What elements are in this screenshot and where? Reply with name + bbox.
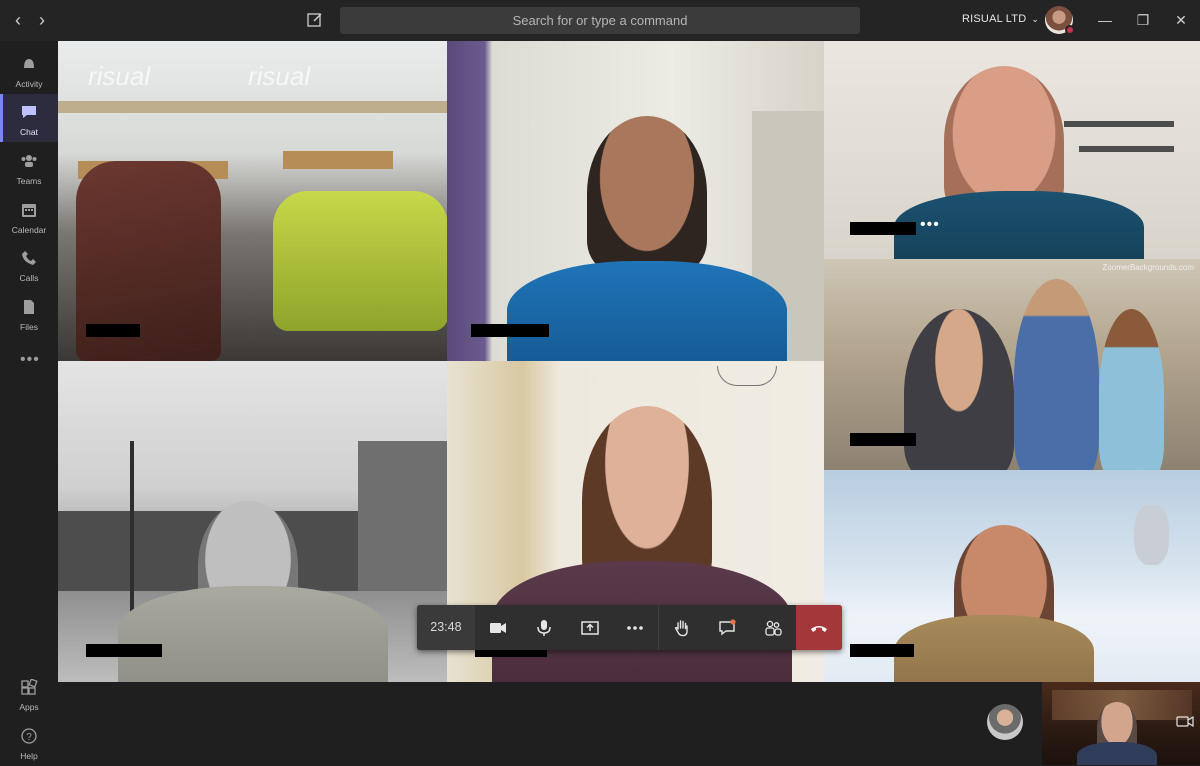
compose-icon[interactable]	[305, 10, 325, 30]
video-tile[interactable]: risual risual	[58, 41, 447, 361]
microphone-icon	[536, 619, 551, 636]
call-controls: 23:48	[417, 605, 842, 650]
chat-button[interactable]	[704, 605, 750, 650]
camera-button[interactable]	[475, 605, 521, 650]
rail-item-files[interactable]: Files	[0, 289, 58, 337]
presence-indicator	[1065, 25, 1075, 35]
participant-name	[850, 222, 916, 235]
file-icon	[24, 300, 34, 314]
share-screen-icon	[580, 620, 599, 635]
watermark-logo: risual	[88, 61, 151, 91]
rail-item-teams[interactable]: Teams	[0, 143, 58, 191]
teams-icon	[21, 155, 37, 167]
self-view[interactable]	[1042, 682, 1200, 765]
rail-item-apps[interactable]: Apps	[0, 669, 58, 717]
rail-item-chat[interactable]: Chat	[0, 94, 58, 142]
rail-item-label: Files	[20, 322, 38, 332]
hang-up-icon	[811, 625, 828, 632]
rail-item-label: Help	[20, 751, 38, 761]
participant-name	[86, 644, 162, 657]
video-tile[interactable]	[447, 41, 824, 361]
close-button[interactable]: ✕	[1171, 10, 1191, 30]
camera-settings-icon[interactable]	[1176, 714, 1194, 730]
participant-name	[850, 644, 914, 657]
title-bar: ‹ › Search for or type a command RISUAL …	[0, 0, 1200, 41]
org-name: RISUAL LTD	[962, 13, 1027, 25]
rail-item-label: Calendar	[11, 225, 47, 235]
participant-name	[86, 324, 140, 337]
video-tile[interactable]	[58, 361, 447, 682]
video-tile[interactable]: ZoomerBackgrounds.com	[824, 259, 1200, 470]
rail-item-label: Calls	[19, 273, 39, 283]
help-icon: ?	[21, 728, 37, 744]
minimize-button[interactable]: —	[1095, 10, 1115, 30]
sofa	[273, 191, 447, 331]
rail-item-label: Chat	[20, 127, 38, 137]
bell-icon	[24, 59, 34, 69]
bottom-bar	[58, 682, 1200, 765]
avatar[interactable]	[1045, 6, 1075, 35]
rail-item-activity[interactable]: Activity	[0, 46, 58, 94]
more-icon	[627, 625, 644, 630]
chevron-right-icon[interactable]: ›	[32, 10, 52, 30]
org-switcher[interactable]: RISUAL LTD ⌄	[962, 13, 1039, 25]
rail-item-label: Activity	[15, 79, 43, 89]
participants-button[interactable]	[750, 605, 796, 650]
participants-icon	[765, 620, 782, 636]
rail-item-help[interactable]: ? Help	[0, 718, 58, 766]
raise-hand-icon	[674, 619, 688, 636]
phone-icon	[22, 251, 36, 265]
rail-item-calls[interactable]: Calls	[0, 240, 58, 288]
video-tile[interactable]	[824, 470, 1200, 682]
more-apps-icon[interactable]: •••	[20, 351, 40, 369]
apps-icon	[21, 679, 38, 695]
svg-text:?: ?	[26, 732, 32, 743]
maximize-button[interactable]: ❐	[1133, 10, 1153, 30]
search-input[interactable]: Search for or type a command	[340, 7, 860, 34]
calendar-icon	[22, 204, 36, 217]
video-tile[interactable]: •••	[824, 41, 1200, 259]
more-actions-button[interactable]	[613, 605, 659, 650]
raise-hand-button[interactable]	[658, 605, 704, 650]
chevron-left-icon[interactable]: ‹	[8, 10, 28, 30]
video-grid: risual risual ••• ZoomerBackgrounds.com	[58, 41, 1200, 682]
avatar[interactable]	[987, 704, 1023, 740]
rail-item-label: Teams	[16, 176, 42, 186]
watermark-logo: risual	[248, 61, 311, 91]
call-timer: 23:48	[417, 605, 475, 650]
more-options-icon[interactable]: •••	[920, 216, 940, 234]
participant-name	[850, 433, 916, 446]
chat-icon	[22, 106, 36, 118]
microphone-button[interactable]	[521, 605, 567, 650]
rail-item-calendar[interactable]: Calendar	[0, 192, 58, 240]
chat-icon	[719, 618, 736, 635]
share-screen-button[interactable]	[567, 605, 613, 650]
camera-icon	[489, 622, 506, 633]
participant-name	[471, 324, 549, 337]
rail-item-label: Apps	[19, 702, 39, 712]
hang-up-button[interactable]	[796, 605, 842, 650]
chevron-down-icon: ⌄	[1031, 14, 1040, 24]
background-credit: ZoomerBackgrounds.com	[1102, 263, 1194, 272]
app-rail: Activity Chat Teams Calendar Calls Files…	[0, 41, 58, 765]
